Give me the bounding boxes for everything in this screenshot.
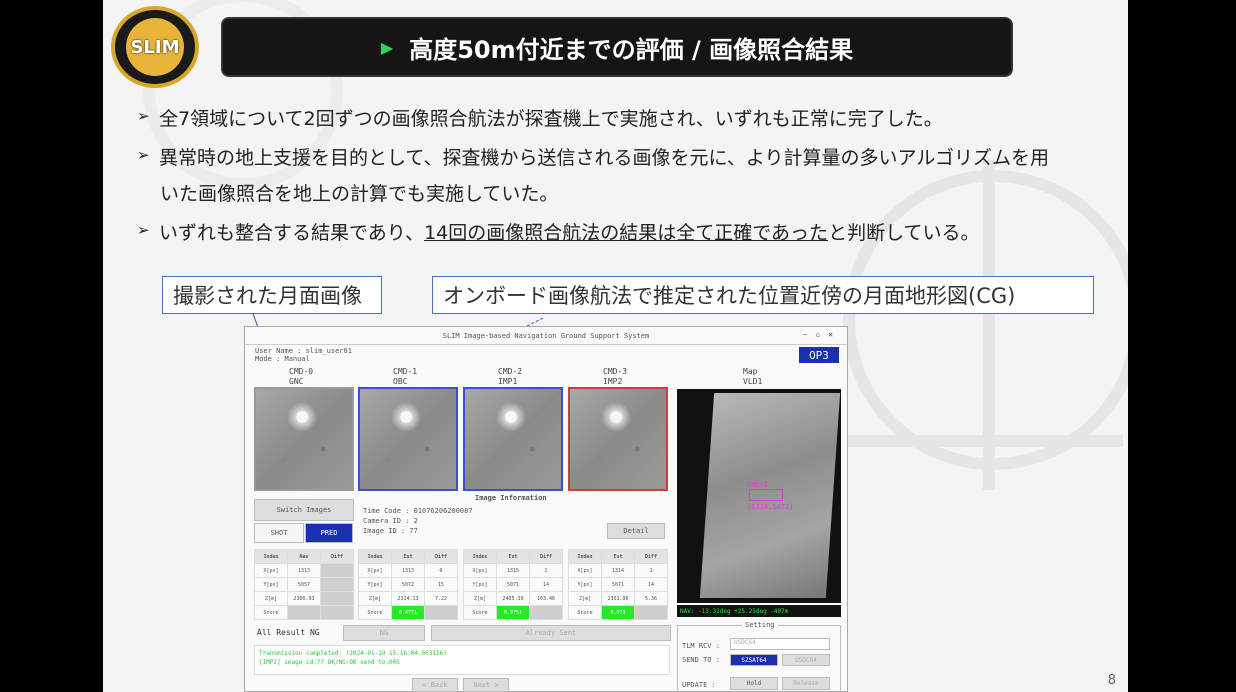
lunar-map-view[interactable]: CMD-2 [1318,5071] — [677, 389, 841, 603]
detail-button[interactable]: Detail — [607, 523, 665, 539]
map-box-label-top: CMD-2 — [747, 481, 769, 489]
arrow-bullet-icon: ➢ — [137, 107, 150, 125]
play-icon: ▶ — [380, 37, 394, 57]
bullet-2: ➢ 異常時の地上支援を目的として、探査機から送信される画像を元に、より計算量の多… — [137, 143, 1049, 170]
page-title: 高度50m付近までの評価 / 画像照合結果 — [409, 35, 854, 64]
result-table-imp1: Index Est Diff X[px] 1315 2 Y[px] 5071 14 Z[m]… — [463, 549, 563, 620]
ng-button[interactable]: NG — [343, 625, 425, 641]
window-controls[interactable]: –▫✕ — [803, 330, 841, 339]
result-table-obc: Index Est Diff X[px] 1313 0 Y[px] 5072 15 Z[m]… — [358, 549, 458, 620]
bullet-1: ➢ 全7領域について2回ずつの画像照合航法が探査機上で実施され、いずれも正常に完… — [137, 104, 943, 131]
all-result-label: All Result NG — [257, 628, 320, 637]
moon-image-gnc[interactable] — [254, 387, 354, 491]
back-button[interactable]: < Back — [412, 678, 458, 692]
bullet-2-cont: いた画像照合を地上の計算でも実施していた。 — [160, 183, 559, 205]
send-target-2[interactable]: USDC64 — [782, 654, 830, 666]
pred-toggle[interactable]: PRED — [305, 523, 353, 543]
send-target-1[interactable]: SZSAT64 — [730, 654, 778, 666]
already-sent-button[interactable]: Already Sent — [431, 625, 671, 641]
window-titlebar: SLIM Image-based Navigation Ground Suppo… — [245, 327, 847, 345]
mode: Mode : Manual — [255, 355, 310, 363]
nav-status-bar: NAV: -13.32deg +25.25deg -407m — [677, 605, 841, 617]
map-label: Map VLD1 — [743, 367, 763, 386]
callout-onboard-map: オンボード画像航法で推定された位置近傍の月面地形図(CG) — [432, 276, 1094, 314]
op-badge: OP3 — [799, 347, 839, 363]
image-id: Image ID : 77 — [363, 527, 418, 535]
image-info-header: Image Information — [475, 494, 547, 502]
setting-header: Setting — [742, 621, 778, 629]
callout-captured-image: 撮影された月面画像 — [162, 276, 382, 314]
result-table-nav: Index Nav Diff X[px] 1313 Y[px] 5057 Z[m] 230… — [254, 549, 354, 620]
moon-image-imp2[interactable] — [568, 387, 668, 491]
title-bar: ▶ 高度50m付近までの評価 / 画像照合結果 — [221, 17, 1013, 77]
estimated-position-box — [749, 489, 783, 501]
tlm-select[interactable]: USDC64 — [730, 638, 830, 650]
setting-panel: Setting TLM RCV : USDC64 SEND TO : SZSAT… — [677, 621, 841, 692]
page-number: 8 — [1107, 673, 1116, 688]
ground-support-window: SLIM Image-based Navigation Ground Suppo… — [244, 326, 848, 692]
cam-label-3: CMD-3 IMP2 — [603, 367, 628, 386]
time-code: Time Code : 01076206200087 — [363, 507, 473, 515]
cam-label-1: CMD-1 OBC — [393, 367, 418, 386]
bullet-3: ➢ いずれも整合する結果であり、 14回の画像照合航法の結果は全て正確であった と判… — [137, 218, 980, 245]
send-label: SEND TO : — [682, 656, 720, 664]
arrow-bullet-icon: ➢ — [137, 146, 150, 164]
result-table-imp2: Index Est Diff X[px] 1314 1 Y[px] 5071 14 Z[m]… — [568, 549, 668, 620]
log-panel: Transmission completed. (2024-01-19 15:1… — [254, 645, 670, 675]
update-label: UPDATE : — [682, 681, 716, 689]
moon-image-imp1[interactable] — [463, 387, 563, 491]
underlined-text: 14回の画像照合航法の結果は全て正確であった — [424, 222, 829, 244]
slim-logo: SLIM — [111, 6, 199, 88]
slide: SLIM ▶ 高度50m付近までの評価 / 画像照合結果 ➢ 全7領域について2… — [103, 0, 1128, 692]
switch-images-button[interactable]: Switch Images — [254, 499, 354, 521]
shot-toggle[interactable]: SHOT — [254, 523, 304, 543]
watermark-bar — [833, 435, 1123, 447]
arrow-bullet-icon: ➢ — [137, 221, 150, 239]
user-name: User Name : slim_user01 — [255, 347, 352, 355]
cam-label-0: CMD-0 GNC — [289, 367, 314, 386]
tlm-label: TLM RCV : — [682, 642, 720, 650]
release-button[interactable]: Release — [782, 677, 830, 690]
logo-text: SLIM — [126, 18, 184, 76]
hold-button[interactable]: Hold — [730, 677, 778, 690]
moon-image-obc[interactable] — [358, 387, 458, 491]
map-box-label-bottom: [1318,5071] — [747, 503, 794, 511]
cam-label-2: CMD-2 IMP1 — [498, 367, 523, 386]
next-button[interactable]: Next > — [463, 678, 509, 692]
camera-id: Camera ID : 2 — [363, 517, 418, 525]
